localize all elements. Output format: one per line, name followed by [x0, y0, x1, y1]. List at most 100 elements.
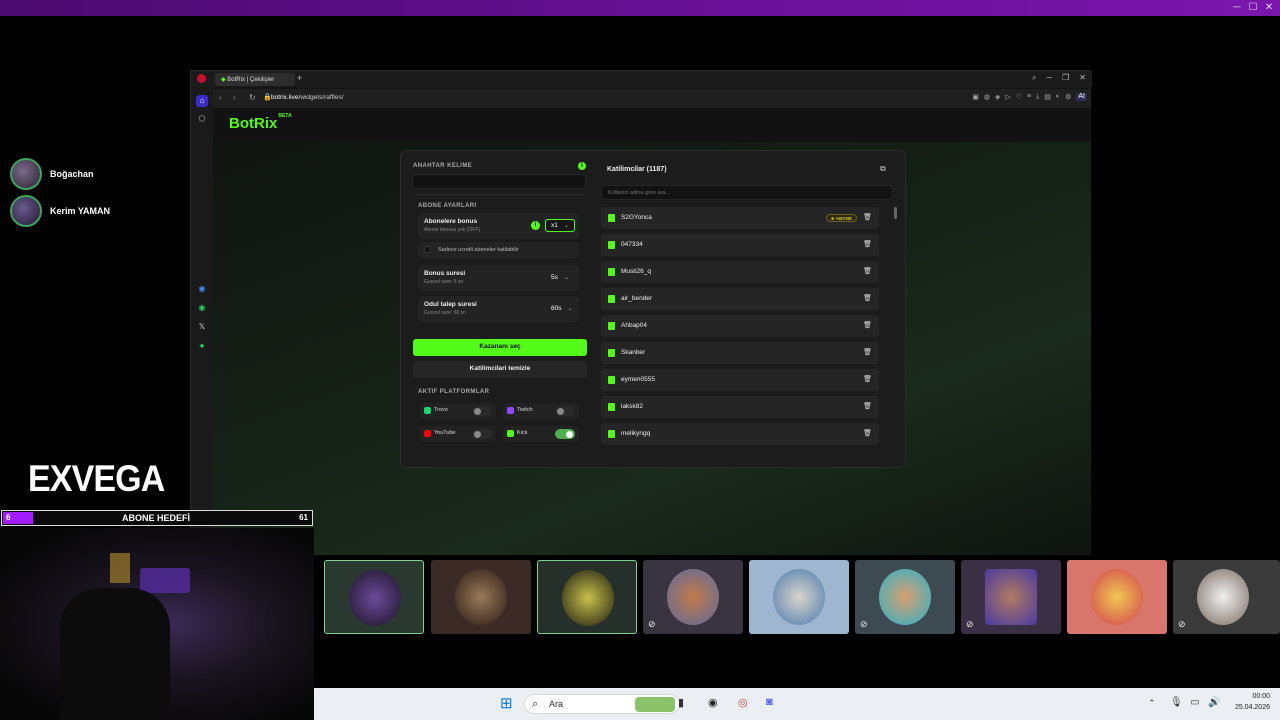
participant-row[interactable]: laksk82 🗑	[601, 396, 879, 418]
kick-icon	[507, 430, 514, 437]
network-icon[interactable]: ▭	[1190, 697, 1199, 708]
trash-icon[interactable]: 🗑	[863, 294, 872, 302]
vpn-icon[interactable]: ⚙	[1065, 93, 1071, 101]
avatar	[985, 569, 1037, 625]
trash-icon[interactable]: 🗑	[863, 267, 872, 275]
search-tabs-icon[interactable]: ⌕	[1032, 73, 1036, 83]
forward-icon[interactable]: ›	[233, 93, 236, 102]
trash-icon[interactable]: 🗑	[863, 321, 872, 329]
minimize-icon[interactable]: ─	[1230, 2, 1244, 13]
kick-toggle[interactable]	[555, 429, 575, 439]
whatsapp-icon[interactable]: ◉	[196, 302, 208, 314]
home-icon[interactable]: ⌂	[196, 95, 208, 107]
participant-name: Skanber	[621, 349, 646, 356]
opera-logo-icon[interactable]	[197, 74, 206, 83]
trovo-toggle[interactable]	[472, 406, 492, 416]
x-icon[interactable]: 𝕏	[196, 321, 208, 333]
reload-icon[interactable]: ↻	[249, 93, 256, 102]
call-tile[interactable]	[1067, 560, 1167, 634]
play-icon[interactable]: ▷	[1005, 93, 1010, 101]
platform-name: Kick	[517, 430, 528, 436]
start-icon[interactable]: ⊞	[500, 694, 513, 712]
bonus-time-card: Bonus suresi Guncel sure: 5 sn 5s ⌄	[418, 265, 579, 291]
chrome-icon[interactable]: ◎	[738, 696, 748, 709]
tab-botrix[interactable]: ◆ BotRix | Çekilişler	[215, 73, 295, 86]
only-paid-row[interactable]: Sadece ucretli aboneler katilabilir	[418, 242, 579, 258]
twitch-toggle[interactable]	[555, 406, 575, 416]
participant-row[interactable]: eymen0555 🗑	[601, 369, 879, 391]
clock-date[interactable]: 25.04.2026	[1232, 704, 1270, 711]
call-tile[interactable]	[749, 560, 849, 634]
trash-icon[interactable]: 🗑	[863, 375, 872, 383]
participant-row[interactable]: air_bender 🗑	[601, 288, 879, 310]
trash-icon[interactable]: 🗑	[863, 402, 872, 410]
sub-goal-bar: 6 ABONE HEDEFİ 61	[1, 510, 313, 526]
participant-row[interactable]: melikyngq 🗑	[601, 423, 879, 445]
volume-icon[interactable]: 🔊	[1208, 697, 1220, 708]
beta-badge: BETA	[278, 113, 292, 119]
chevron-up-icon[interactable]: ⌃	[1148, 698, 1156, 709]
discord-icon[interactable]: ◙	[766, 696, 773, 708]
bookmarks-icon[interactable]: ⬠	[196, 113, 208, 125]
call-tile[interactable]	[324, 560, 424, 634]
keyword-input[interactable]	[412, 174, 586, 189]
call-tile[interactable]	[431, 560, 531, 634]
pick-winner-button[interactable]: Kazananı seç	[413, 339, 587, 356]
youtube-toggle[interactable]	[472, 429, 492, 439]
extension-icon[interactable]: ◈	[995, 93, 1000, 101]
call-tile[interactable]: ⊘	[643, 560, 743, 634]
microphone-icon[interactable]: 🎙	[1170, 697, 1183, 708]
trash-icon[interactable]: 🗑	[863, 240, 872, 248]
wallet-icon[interactable]: ▤	[1044, 93, 1051, 101]
close-icon[interactable]: ✕	[1079, 73, 1086, 83]
scrollbar-thumb[interactable]	[894, 207, 897, 219]
easy-setup-icon[interactable]: ≡	[1027, 93, 1031, 101]
minimize-icon[interactable]: ─	[1046, 73, 1052, 83]
info-icon[interactable]: i	[531, 221, 540, 230]
participant-row[interactable]: S2GYonca ★ ABONE 🗑	[601, 207, 879, 229]
new-tab-icon[interactable]: +	[297, 73, 302, 83]
participant-row[interactable]: Musti26_q 🗑	[601, 261, 879, 283]
copy-icon[interactable]: ⧉	[880, 164, 886, 174]
maximize-icon[interactable]: ☐	[1246, 2, 1260, 13]
clock-time[interactable]: 00:00	[1240, 693, 1270, 700]
messenger-icon[interactable]: ◉	[196, 283, 208, 295]
back-icon[interactable]: ‹	[219, 93, 222, 102]
trash-icon[interactable]: 🗑	[863, 348, 872, 356]
call-tile[interactable]	[537, 560, 637, 634]
platform-trovo: Trovo	[420, 403, 496, 419]
participant-row[interactable]: Ahbap04 🗑	[601, 315, 879, 337]
snapshot-icon[interactable]: ▣	[972, 93, 979, 101]
taskbar-search[interactable]: ⌕ Ara	[524, 694, 680, 714]
camera-icon[interactable]: ◍	[984, 93, 990, 101]
bonus-time-select[interactable]: 5s ⌄	[545, 271, 575, 284]
participant-row[interactable]: 047334 🗑	[601, 234, 879, 256]
botrix-logo[interactable]: BotRixBETA	[229, 113, 292, 132]
profile-icon[interactable]: ◐	[1056, 93, 1060, 101]
subscriber-badge: ★ ABONE	[825, 214, 857, 222]
participant-search-input[interactable]	[601, 185, 893, 200]
info-icon[interactable]: i	[578, 162, 586, 170]
participant-row[interactable]: Skanber 🗑	[601, 342, 879, 364]
task-view-icon[interactable]: ▮	[678, 696, 684, 709]
url-field[interactable]: botrix.live/widgets/raffles/	[271, 92, 871, 105]
avatar	[455, 569, 507, 625]
close-icon[interactable]: ✕	[1262, 2, 1276, 13]
heart-icon[interactable]: ♡	[1016, 93, 1022, 101]
claim-time-select[interactable]: 60s ⌄	[545, 302, 579, 315]
trovo-icon	[424, 407, 431, 414]
call-tile[interactable]: ⊘	[855, 560, 955, 634]
clear-participants-button[interactable]: Katilimcilari temizle	[413, 361, 587, 378]
call-tile[interactable]: ⊘	[1173, 560, 1280, 634]
only-paid-checkbox[interactable]	[424, 246, 431, 253]
spotify-icon[interactable]: ●	[196, 340, 208, 352]
sub-bonus-select[interactable]: x1 ⌄	[545, 219, 575, 232]
trash-icon[interactable]: 🗑	[863, 429, 872, 437]
obs-icon[interactable]: ◉	[708, 696, 718, 709]
viewer-name: Boğachan	[50, 169, 94, 179]
call-tile[interactable]: ⊘	[961, 560, 1061, 634]
trash-icon[interactable]: 🗑	[863, 213, 872, 221]
download-icon[interactable]: ⤓	[1036, 93, 1039, 101]
restore-icon[interactable]: ❐	[1062, 73, 1069, 83]
ai-button[interactable]: AI	[1076, 93, 1087, 101]
